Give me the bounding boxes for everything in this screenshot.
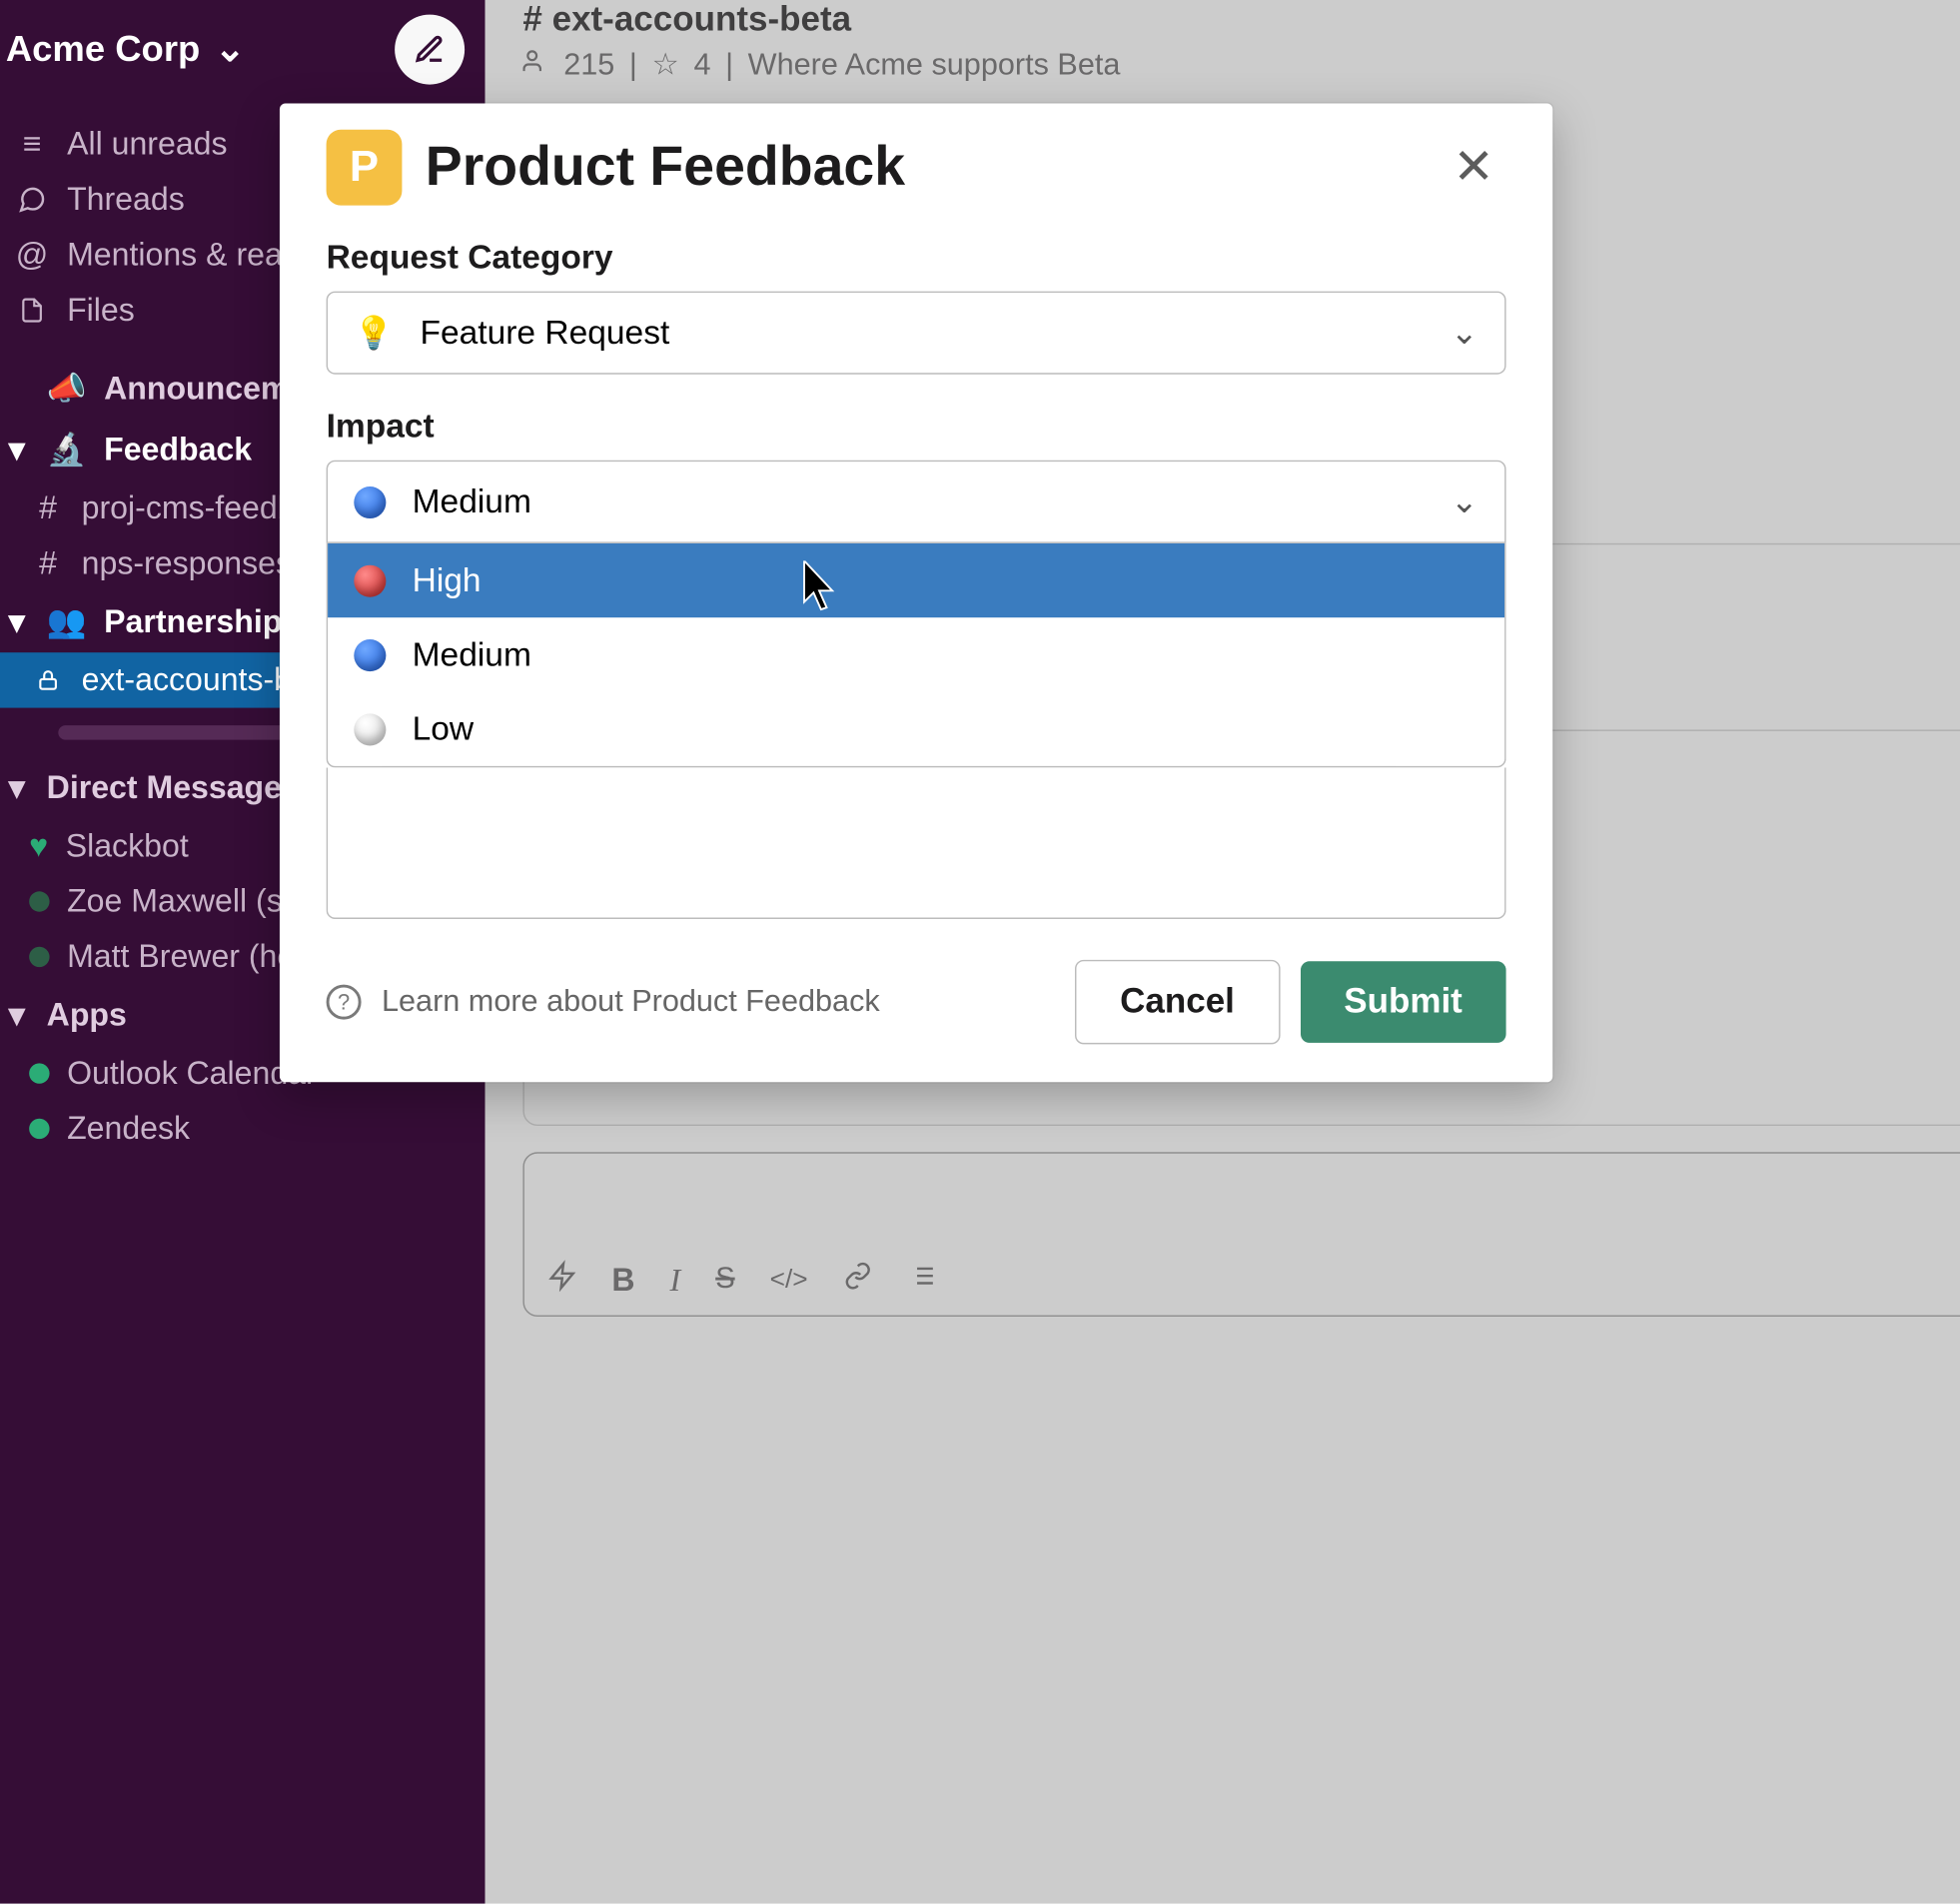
microscope-icon: 🔬 xyxy=(47,432,87,470)
category-label: Request Category xyxy=(327,238,1506,277)
impact-dot-icon xyxy=(354,564,386,596)
presence-dot xyxy=(29,1063,49,1083)
category-select[interactable]: 💡 Feature Request ⌄ xyxy=(327,292,1506,375)
presence-dot xyxy=(29,1119,49,1139)
threads-icon xyxy=(15,185,50,214)
chevron-down-icon: ⌄ xyxy=(215,28,246,72)
shortcuts-button[interactable] xyxy=(547,1260,576,1299)
channel-header: # ext-accounts-beta 215 | ☆ 4 | Where Ac… xyxy=(486,0,1960,98)
learn-more-link[interactable]: Learn more about Product Feedback xyxy=(382,985,880,1020)
chevron-down-icon: ⌄ xyxy=(1451,482,1478,521)
bold-button[interactable]: B xyxy=(611,1261,634,1299)
strike-button[interactable]: S xyxy=(715,1263,734,1297)
hash-icon: # xyxy=(32,489,64,527)
product-feedback-modal: P Product Feedback ✕ Request Category 💡 … xyxy=(280,104,1552,1083)
channel-topic[interactable]: Where Acme supports Beta xyxy=(748,47,1121,82)
presence-dot xyxy=(29,891,49,911)
megaphone-icon: 📣 xyxy=(47,370,87,408)
caret-down-icon: ▾ xyxy=(9,432,29,470)
close-icon: ✕ xyxy=(1453,140,1494,195)
presence-dot xyxy=(29,947,49,967)
lightbulb-icon: 💡 xyxy=(354,314,394,352)
impact-dropdown: High Medium Low xyxy=(327,543,1506,768)
member-count[interactable]: 215 xyxy=(563,47,614,82)
impact-label: Impact xyxy=(327,407,1506,446)
workspace-switcher[interactable]: Acme Corp ⌄ xyxy=(6,28,246,72)
impact-option-medium[interactable]: Medium xyxy=(328,617,1504,691)
app-badge: P xyxy=(327,130,403,206)
impact-dot-icon xyxy=(354,485,386,517)
pin-icon: ☆ xyxy=(651,47,678,83)
hash-icon: # xyxy=(32,544,64,582)
caret-down-icon: ▾ xyxy=(9,996,29,1034)
impact-value: Medium xyxy=(413,482,531,521)
submit-button[interactable]: Submit xyxy=(1301,961,1506,1043)
help-icon[interactable]: ? xyxy=(327,985,362,1020)
caret-down-icon: ▾ xyxy=(9,603,29,641)
compose-button[interactable] xyxy=(395,15,465,85)
italic-button[interactable]: I xyxy=(670,1261,681,1299)
impact-option-low[interactable]: Low xyxy=(328,692,1504,766)
people-icon xyxy=(522,47,548,82)
unreads-icon: ≡ xyxy=(15,125,50,163)
modal-title: Product Feedback xyxy=(426,136,905,199)
close-button[interactable]: ✕ xyxy=(1442,133,1506,203)
lock-icon xyxy=(32,668,64,691)
app-zendesk[interactable]: Zendesk xyxy=(0,1101,486,1156)
people-icon: 👥 xyxy=(47,603,87,641)
impact-select[interactable]: Medium ⌄ xyxy=(327,461,1506,543)
list-button[interactable] xyxy=(907,1262,936,1298)
heart-icon: ♥ xyxy=(29,827,48,865)
pin-count[interactable]: 4 xyxy=(694,47,711,82)
workspace-name: Acme Corp xyxy=(6,28,200,70)
impact-dot-icon xyxy=(354,638,386,670)
compose-icon xyxy=(414,34,446,66)
message-input[interactable] xyxy=(524,1154,1960,1247)
cancel-button[interactable]: Cancel xyxy=(1075,960,1280,1045)
message-composer[interactable]: B I S </> ••• Aa @ ☺ xyxy=(522,1152,1960,1317)
caret-down-icon: ▾ xyxy=(9,769,29,807)
channel-name[interactable]: # ext-accounts-beta xyxy=(522,0,1120,41)
chevron-down-icon: ⌄ xyxy=(1451,313,1478,352)
link-button[interactable] xyxy=(843,1262,872,1298)
impact-dot-icon xyxy=(354,713,386,745)
files-icon xyxy=(15,296,50,325)
feedback-textarea[interactable] xyxy=(327,767,1506,919)
composer-toolbar: B I S </> ••• Aa @ ☺ xyxy=(524,1247,1960,1316)
category-value: Feature Request xyxy=(420,313,669,352)
mentions-icon: @ xyxy=(15,236,50,274)
code-button[interactable]: </> xyxy=(770,1265,808,1296)
impact-option-high[interactable]: High xyxy=(328,543,1504,617)
